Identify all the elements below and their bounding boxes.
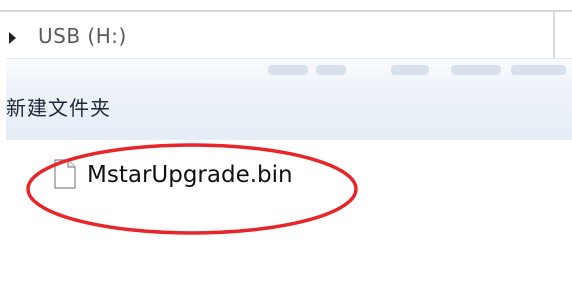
toolbar-blur-segment [268,65,308,75]
pane-divider [553,12,555,60]
toolbar: 新建文件夹 [6,58,572,141]
red-highlight-ellipse [26,143,358,235]
navigation-pane-row: USB (H:) [0,10,572,60]
expand-arrow-icon[interactable] [9,32,16,44]
toolbar-blur-segment [511,65,566,75]
explorer-window: USB (H:) 新建文件夹 MstarUpgrade.bin [0,0,572,283]
drive-usb-label[interactable]: USB (H:) [38,24,127,48]
toolbar-blur-segment [316,65,346,75]
toolbar-blur-segment [391,65,429,75]
new-folder-button[interactable]: 新建文件夹 [6,92,111,121]
toolbar-blur-segment [451,65,501,75]
